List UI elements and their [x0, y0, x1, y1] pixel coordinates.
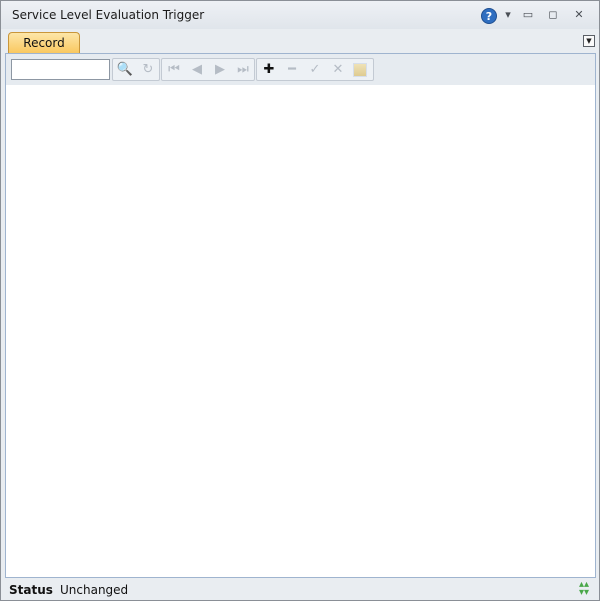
record-panel: 🔍 ↻ ⏮ ◀ ▶ ⏭ ✚ ━ ✓ ✕	[5, 53, 596, 578]
tab-strip: Record ▼	[1, 29, 599, 53]
confirm-icon[interactable]: ✓	[304, 59, 326, 80]
attachment-icon[interactable]	[353, 63, 367, 77]
help-icon[interactable]: ?	[481, 8, 497, 24]
delete-icon[interactable]: ━	[281, 59, 303, 80]
next-record-icon[interactable]: ▶	[209, 59, 231, 80]
tab-record[interactable]: Record	[8, 32, 80, 53]
search-input[interactable]	[11, 59, 110, 80]
last-record-icon[interactable]: ⏭	[232, 59, 254, 80]
status-label: Status	[9, 583, 53, 597]
first-record-icon[interactable]: ⏮	[163, 59, 185, 80]
minimize-icon[interactable]: ▭	[521, 8, 535, 22]
find-icon[interactable]: 🔍	[114, 59, 136, 80]
status-value: Unchanged	[60, 583, 129, 597]
app-window: Service Level Evaluation Trigger ? ▾ ▭ ◻…	[0, 0, 600, 601]
navigation-tool-group: ⏮ ◀ ▶ ⏭	[161, 58, 255, 81]
cancel-icon[interactable]: ✕	[327, 59, 349, 80]
edit-tool-group: ✚ ━ ✓ ✕	[256, 58, 374, 81]
previous-record-icon[interactable]: ◀	[186, 59, 208, 80]
resize-grip-icon[interactable]: ▴▴ ▾▾	[579, 580, 595, 598]
search-tool-group: 🔍 ↻	[112, 58, 160, 81]
help-dropdown-icon[interactable]: ▾	[501, 8, 515, 22]
title-bar[interactable]: Service Level Evaluation Trigger ? ▾ ▭ ◻…	[1, 1, 599, 29]
tab-menu-icon[interactable]: ▼	[583, 35, 595, 47]
window-title: Service Level Evaluation Trigger	[12, 8, 205, 22]
add-icon[interactable]: ✚	[258, 59, 280, 80]
record-body	[6, 85, 595, 577]
restore-icon[interactable]: ◻	[546, 8, 560, 22]
record-toolbar: 🔍 ↻ ⏮ ◀ ▶ ⏭ ✚ ━ ✓ ✕	[6, 54, 595, 85]
close-icon[interactable]: ✕	[572, 8, 586, 22]
status-bar: Status Unchanged ▴▴ ▾▾	[1, 579, 599, 600]
refresh-icon[interactable]: ↻	[137, 59, 159, 80]
